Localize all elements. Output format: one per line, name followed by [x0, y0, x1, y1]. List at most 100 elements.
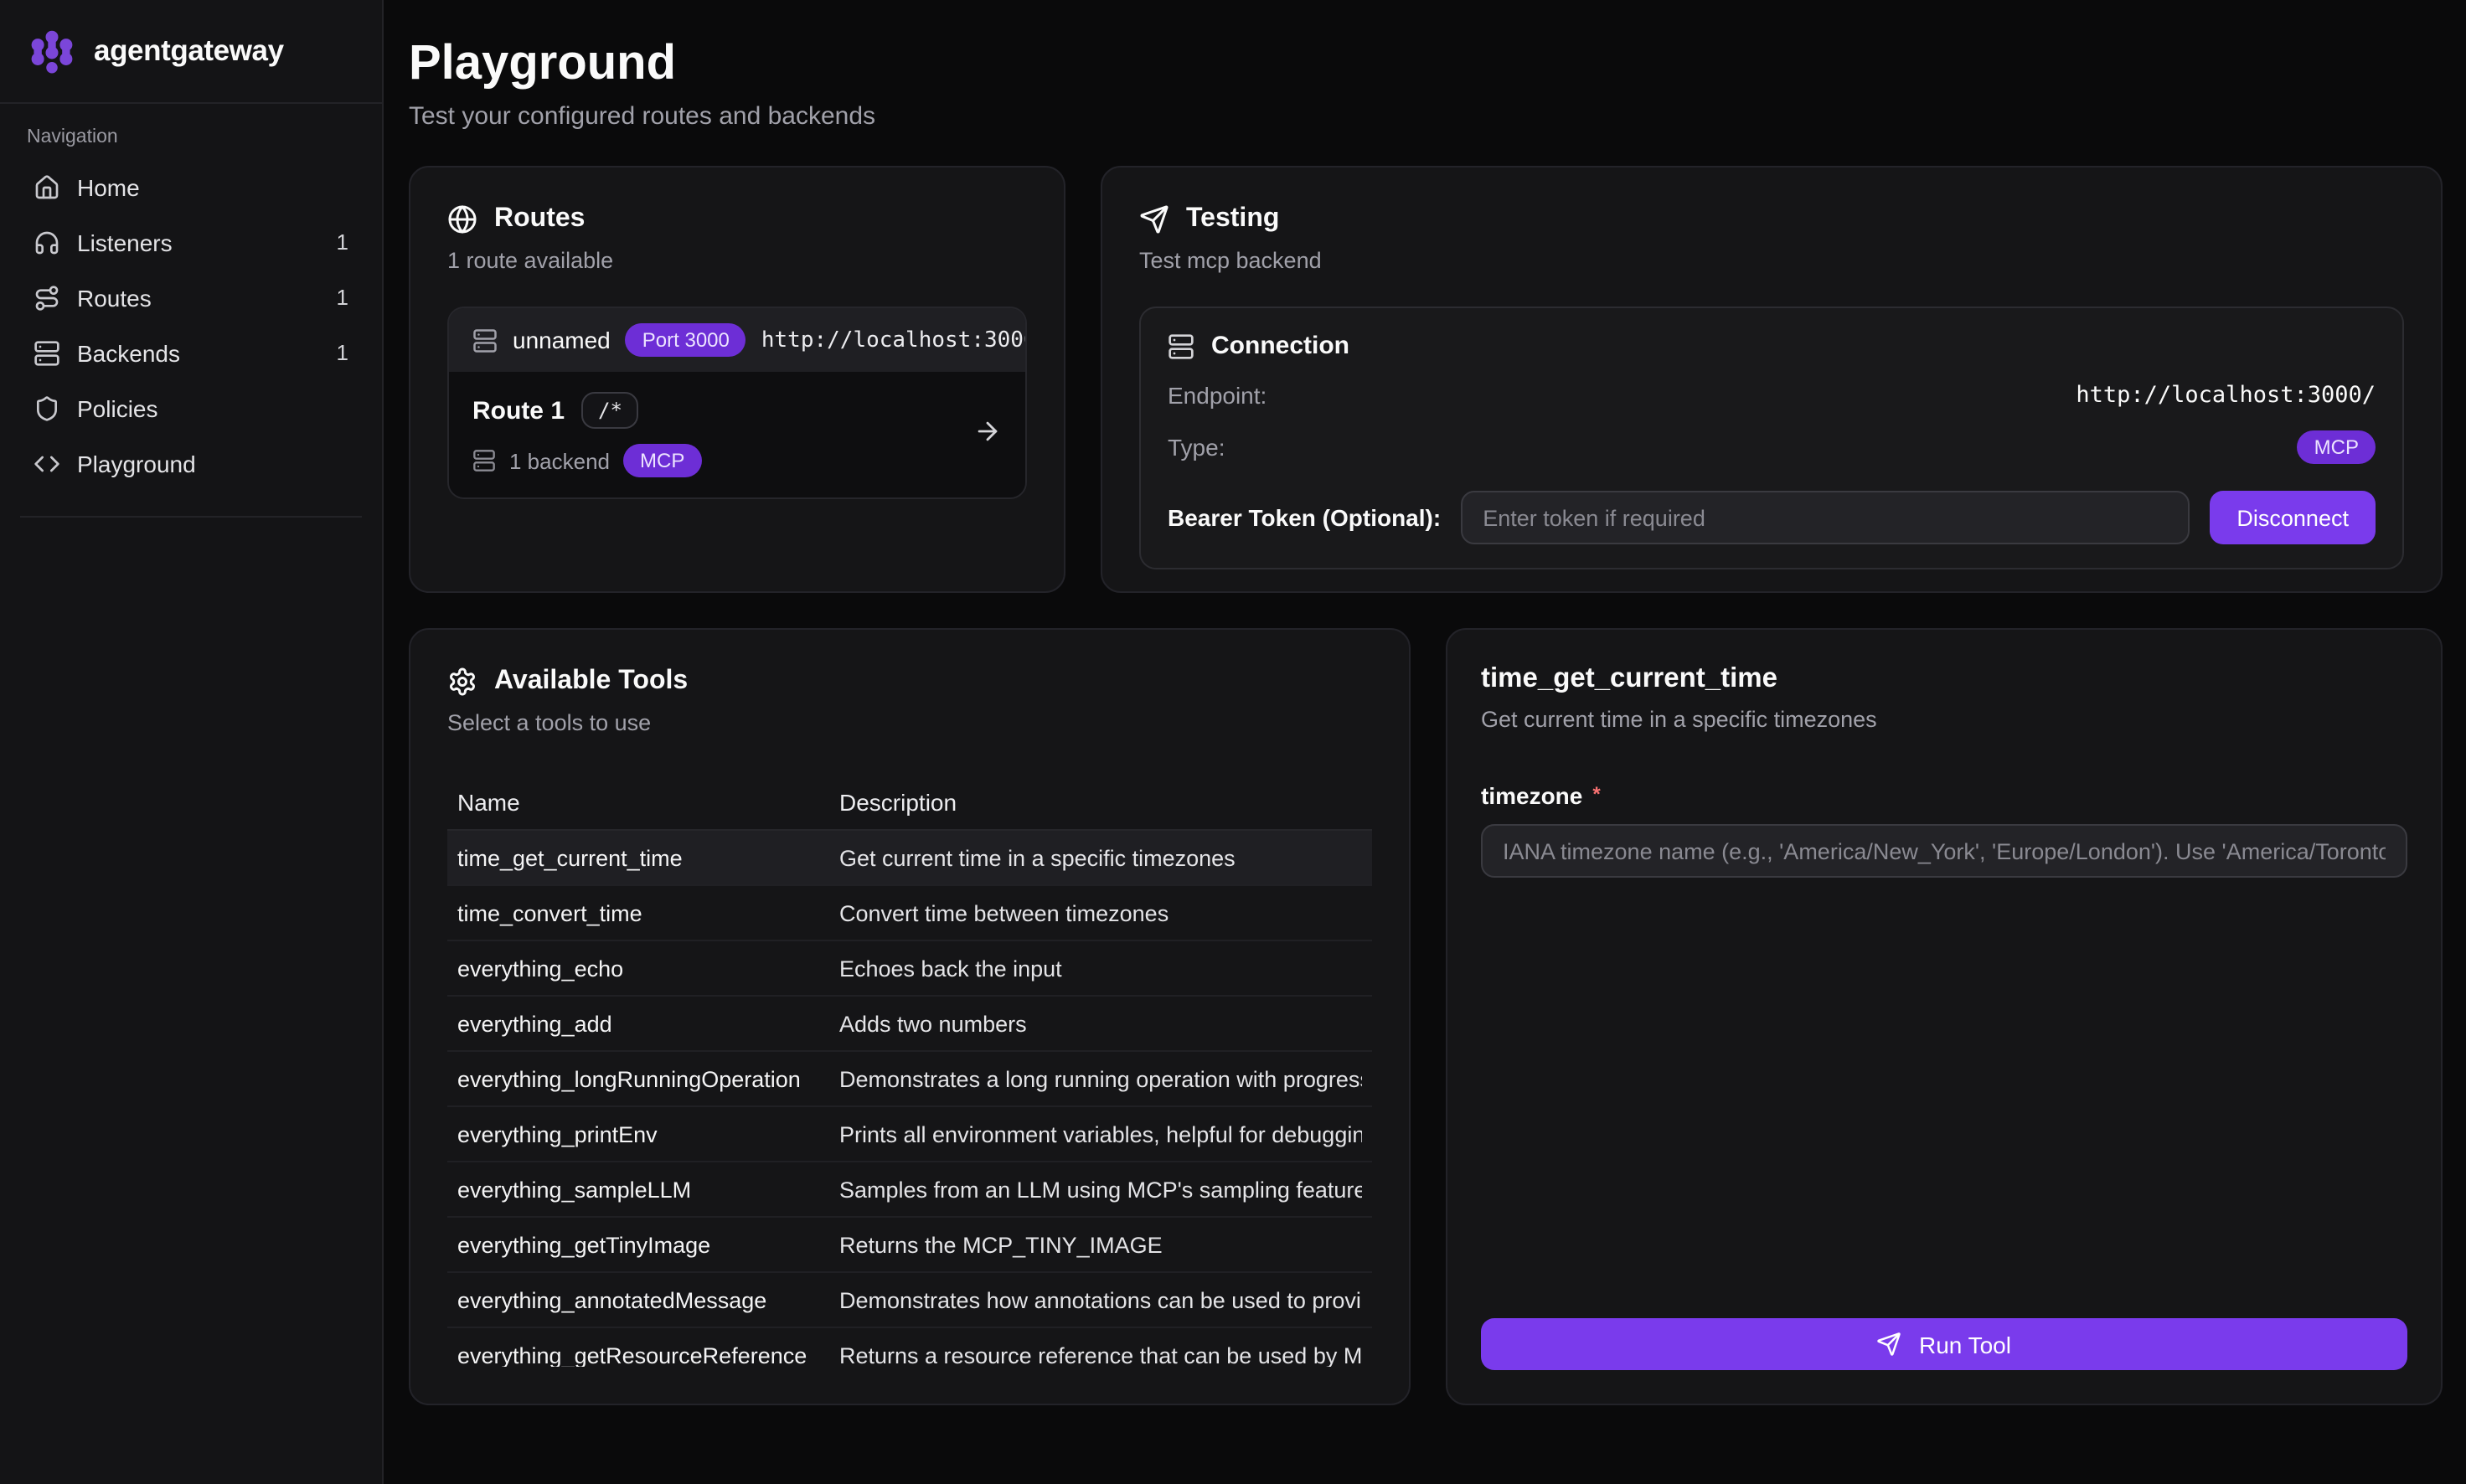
port-badge: Port 3000	[626, 324, 746, 358]
sidebar-item-listeners[interactable]: Listeners 1	[20, 216, 362, 268]
table-row[interactable]: everything_add Adds two numbers	[447, 997, 1372, 1053]
table-row[interactable]: time_convert_time Convert time between t…	[447, 887, 1372, 942]
sidebar-header: agentgateway	[0, 0, 382, 104]
sidebar-item-count: 1	[337, 340, 348, 365]
run-tool-label: Run Tool	[1919, 1332, 2011, 1358]
agentgateway-logo-icon	[27, 26, 77, 76]
sidebar-item-label: Policies	[77, 394, 158, 421]
arrow-right-icon	[973, 417, 1002, 454]
listener-header: unnamed Port 3000 http://localhost:3000/	[449, 309, 1025, 373]
shield-icon	[34, 394, 60, 421]
sidebar-item-label: Routes	[77, 284, 152, 311]
table-row[interactable]: time_get_current_time Get current time i…	[447, 832, 1372, 887]
sidebar-item-label: Home	[77, 173, 140, 200]
testing-card-title: Testing	[1186, 205, 1279, 235]
server-icon	[34, 339, 60, 366]
routes-card-subtitle: 1 route available	[447, 249, 1027, 274]
run-tool-button[interactable]: Run Tool	[1481, 1319, 2407, 1371]
timezone-input[interactable]	[1481, 825, 2407, 879]
page-title: Playground	[409, 37, 2443, 93]
tool-runner-title: time_get_current_time	[1481, 664, 2407, 696]
tool-name-cell: everything_getResourceReference	[457, 1344, 839, 1368]
sidebar-item-policies[interactable]: Policies	[20, 382, 362, 434]
send-icon	[1139, 205, 1169, 235]
bearer-token-label: Bearer Token (Optional):	[1168, 505, 1441, 532]
testing-card: Testing Test mcp backend Connection Endp…	[1101, 167, 2443, 594]
tool-name-cell: everything_longRunningOperation	[457, 1067, 839, 1092]
tool-name-cell: time_get_current_time	[457, 846, 839, 871]
route-name: Route 1	[472, 397, 565, 425]
testing-card-subtitle: Test mcp backend	[1139, 249, 2404, 274]
sidebar-item-count: 1	[337, 229, 348, 255]
tool-description-cell: Returns a resource reference that can be…	[839, 1344, 1362, 1368]
tool-name-cell: everything_printEnv	[457, 1122, 839, 1147]
globe-icon	[447, 205, 477, 235]
home-icon	[34, 173, 60, 200]
listener-name: unnamed	[513, 327, 611, 354]
tools-table: Name Description time_get_current_time G…	[447, 783, 1372, 1368]
sidebar-nav: Navigation Home Listeners 1 Routes 1 Bac…	[0, 104, 382, 518]
sidebar-item-label: Listeners	[77, 229, 173, 255]
routes-card-title: Routes	[494, 205, 585, 235]
required-marker: *	[1592, 783, 1600, 806]
sidebar-item-routes[interactable]: Routes 1	[20, 271, 362, 323]
disconnect-button[interactable]: Disconnect	[2210, 492, 2376, 545]
tool-description-cell: Echoes back the input	[839, 956, 1362, 982]
listener-group: unnamed Port 3000 http://localhost:3000/…	[447, 307, 1027, 500]
tool-runner-subtitle: Get current time in a specific timezones	[1481, 708, 2407, 733]
tool-name-cell: everything_sampleLLM	[457, 1177, 839, 1203]
sidebar-divider	[20, 516, 362, 518]
route-backend-count: 1 backend	[509, 449, 610, 474]
tools-card-subtitle: Select a tools to use	[447, 711, 1372, 736]
page-subtitle: Test your configured routes and backends	[409, 103, 2443, 131]
sidebar-item-count: 1	[337, 285, 348, 310]
sidebar-item-label: Backends	[77, 339, 180, 366]
route-icon	[34, 284, 60, 311]
sidebar-item-playground[interactable]: Playground	[20, 437, 362, 489]
table-row[interactable]: everything_getResourceReference Returns …	[447, 1329, 1372, 1368]
sidebar-item-home[interactable]: Home	[20, 161, 362, 213]
endpoint-label: Endpoint:	[1168, 383, 1267, 410]
column-header-description: Description	[839, 790, 1362, 817]
tool-name-cell: everything_echo	[457, 956, 839, 982]
routes-card: Routes 1 route available unnamed Port 30…	[409, 167, 1065, 594]
tool-description-cell: Returns the MCP_TINY_IMAGE	[839, 1233, 1362, 1258]
tools-table-header: Name Description	[447, 783, 1372, 832]
table-row[interactable]: everything_getTinyImage Returns the MCP_…	[447, 1219, 1372, 1274]
route-path-badge: /*	[581, 393, 639, 430]
connection-title: Connection	[1211, 332, 1349, 361]
sidebar-item-backends[interactable]: Backends 1	[20, 327, 362, 379]
tool-description-cell: Demonstrates how annotations can be used…	[839, 1288, 1362, 1313]
listener-url: http://localhost:3000/	[761, 328, 1027, 353]
table-row[interactable]: everything_printEnv Prints all environme…	[447, 1108, 1372, 1163]
type-label: Type:	[1168, 435, 1225, 461]
sidebar: agentgateway Navigation Home Listeners 1…	[0, 0, 384, 1484]
tools-card-title: Available Tools	[494, 667, 688, 698]
tool-runner-panel: time_get_current_time Get current time i…	[1446, 629, 2443, 1406]
tool-name-cell: everything_getTinyImage	[457, 1233, 839, 1258]
tools-table-body: time_get_current_time Get current time i…	[447, 832, 1372, 1368]
tool-description-cell: Prints all environment variables, helpfu…	[839, 1122, 1362, 1147]
route-item[interactable]: Route 1 /* 1 backend MCP	[449, 373, 1025, 498]
available-tools-card: Available Tools Select a tools to use Na…	[409, 629, 1411, 1406]
tool-description-cell: Convert time between timezones	[839, 901, 1362, 926]
route-type-badge: MCP	[623, 445, 701, 478]
endpoint-value: http://localhost:3000/	[2076, 383, 2376, 410]
connection-panel: Connection Endpoint: http://localhost:30…	[1139, 307, 2404, 570]
timezone-field-label: timezone*	[1481, 783, 2407, 810]
server-icon	[1168, 333, 1194, 360]
table-row[interactable]: everything_echo Echoes back the input	[447, 942, 1372, 997]
table-row[interactable]: everything_annotatedMessage Demonstrates…	[447, 1274, 1372, 1329]
brand-name: agentgateway	[94, 33, 284, 69]
server-icon	[472, 450, 496, 473]
bearer-token-input[interactable]	[1461, 492, 2190, 545]
table-row[interactable]: everything_sampleLLM Samples from an LLM…	[447, 1163, 1372, 1219]
gear-icon	[447, 667, 477, 698]
table-row[interactable]: everything_longRunningOperation Demonstr…	[447, 1053, 1372, 1108]
tool-description-cell: Demonstrates a long running operation wi…	[839, 1067, 1362, 1092]
main-content: Playground Test your configured routes a…	[384, 0, 2466, 1484]
tool-name-cell: time_convert_time	[457, 901, 839, 926]
headphones-icon	[34, 229, 60, 255]
column-header-name: Name	[457, 790, 839, 817]
sidebar-item-label: Playground	[77, 450, 196, 477]
